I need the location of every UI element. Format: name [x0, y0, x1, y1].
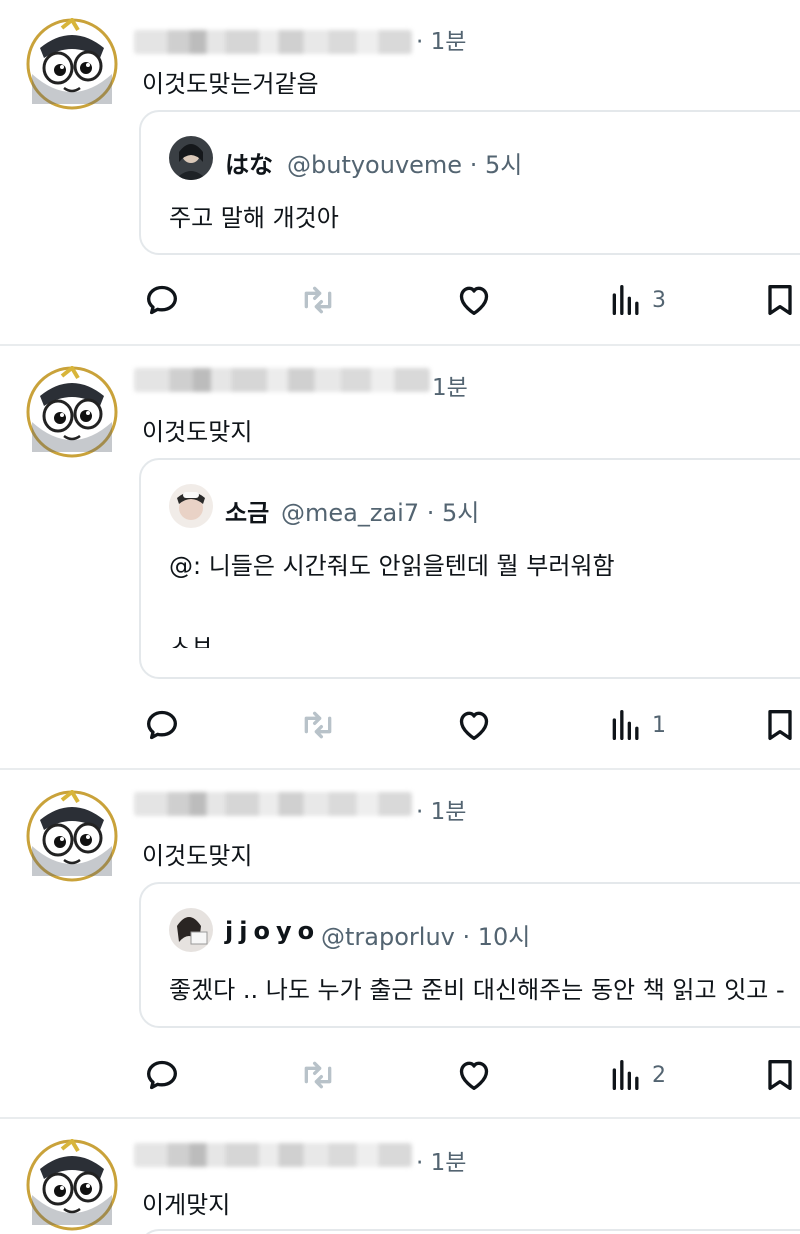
- views-button[interactable]: 1: [606, 703, 666, 747]
- author-name-blurred[interactable]: [134, 368, 430, 392]
- post-text: 이것도맞지: [142, 418, 253, 446]
- repost-icon: [304, 286, 332, 314]
- quoted-avatar[interactable]: [169, 908, 213, 952]
- quoted-post[interactable]: 소금 @mea_zai7 · 5시 @: 니들은 시간줘도 안읽을텐데 뭘 부러…: [139, 458, 800, 679]
- repost-icon: [304, 1061, 332, 1089]
- action-bar: 1: [0, 703, 800, 747]
- bookmark-icon: [768, 285, 792, 315]
- quoted-author-name[interactable]: jjoyo: [225, 917, 320, 945]
- action-bar: 2: [0, 1053, 800, 1097]
- avatar[interactable]: [26, 17, 118, 110]
- like-button[interactable]: [454, 703, 494, 747]
- heart-icon: [459, 286, 489, 315]
- avatar[interactable]: [26, 365, 118, 458]
- post-1[interactable]: · 1분 이것도맞는거같음 はな @butyouveme · 5시 주고 말해 …: [0, 0, 800, 342]
- post-time: 1분: [432, 375, 468, 401]
- quoted-post[interactable]: [139, 1229, 800, 1234]
- bookmark-button[interactable]: [760, 1053, 800, 1097]
- post-text: 이것도맞지: [142, 842, 253, 870]
- quoted-avatar[interactable]: [169, 136, 213, 180]
- reply-button[interactable]: [142, 278, 182, 322]
- avatar[interactable]: [26, 789, 118, 882]
- action-bar: 3: [0, 278, 800, 322]
- views-count: 1: [652, 712, 666, 738]
- quoted-author-name[interactable]: はな: [225, 145, 273, 180]
- post-text: 이게맞지: [142, 1191, 231, 1219]
- bookmark-icon: [768, 710, 792, 740]
- avatar-image: [26, 365, 118, 458]
- avatar-image: [26, 789, 118, 882]
- quoted-post[interactable]: はな @butyouveme · 5시 주고 말해 개것아: [139, 110, 800, 255]
- reply-icon: [147, 1060, 177, 1090]
- author-name-blurred[interactable]: [134, 1143, 412, 1167]
- views-button[interactable]: 3: [606, 278, 666, 322]
- quoted-handle[interactable]: @traporluv · 10시: [321, 917, 530, 952]
- quoted-text-line-1: @: 니들은 시간줘도 안읽을텐데 뭘 부러워함: [169, 552, 615, 580]
- heart-icon: [459, 711, 489, 740]
- post-2[interactable]: 1분 이것도맞지 소금 @mea_zai7 · 5시 @: 니들은 시간줘도 안…: [0, 346, 800, 766]
- repost-button[interactable]: [298, 703, 338, 747]
- like-button[interactable]: [454, 1053, 494, 1097]
- repost-button[interactable]: [298, 278, 338, 322]
- views-count: 3: [652, 287, 666, 313]
- author-name-blurred[interactable]: [134, 30, 412, 54]
- avatar[interactable]: [26, 1138, 118, 1231]
- bookmark-button[interactable]: [760, 278, 800, 322]
- views-count: 2: [652, 1062, 666, 1088]
- reply-button[interactable]: [142, 1053, 182, 1097]
- quoted-text: 좋겠다 .. 나도 누가 출근 준비 대신해주는 동안 책 읽고 잇고 -: [169, 976, 785, 1004]
- views-button[interactable]: 2: [606, 1053, 666, 1097]
- post-3[interactable]: · 1분 이것도맞지 jjoyo @traporluv · 10시 좋겠다 ..…: [0, 770, 800, 1116]
- post-time: · 1분: [416, 1150, 467, 1176]
- post-text: 이것도맞는거같음: [142, 70, 319, 98]
- quoted-post[interactable]: jjoyo @traporluv · 10시 좋겠다 .. 나도 누가 출근 준…: [139, 882, 800, 1028]
- quoted-handle[interactable]: @mea_zai7 · 5시: [281, 493, 479, 528]
- reply-button[interactable]: [142, 703, 182, 747]
- quoted-author-name[interactable]: 소금: [225, 493, 269, 528]
- reply-icon: [147, 285, 177, 315]
- post-time: · 1분: [416, 29, 467, 55]
- repost-button[interactable]: [298, 1053, 338, 1097]
- post-4[interactable]: · 1분 이게맞지: [0, 1119, 800, 1234]
- avatar-image: [26, 17, 118, 110]
- repost-icon: [304, 711, 332, 739]
- bookmark-icon: [768, 1060, 792, 1090]
- quoted-avatar[interactable]: [169, 484, 213, 528]
- like-button[interactable]: [454, 278, 494, 322]
- quoted-text-line-2: ㅅㅂ: [169, 630, 214, 648]
- heart-icon: [459, 1061, 489, 1090]
- quoted-handle[interactable]: @butyouveme · 5시: [287, 145, 522, 180]
- post-time: · 1분: [416, 799, 467, 825]
- analytics-icon: [612, 710, 639, 740]
- avatar-image: [26, 1138, 118, 1231]
- author-name-blurred[interactable]: [134, 792, 412, 816]
- bookmark-button[interactable]: [760, 703, 800, 747]
- quoted-text: 주고 말해 개것아: [169, 204, 339, 232]
- analytics-icon: [612, 1060, 639, 1090]
- reply-icon: [147, 710, 177, 740]
- analytics-icon: [612, 285, 639, 315]
